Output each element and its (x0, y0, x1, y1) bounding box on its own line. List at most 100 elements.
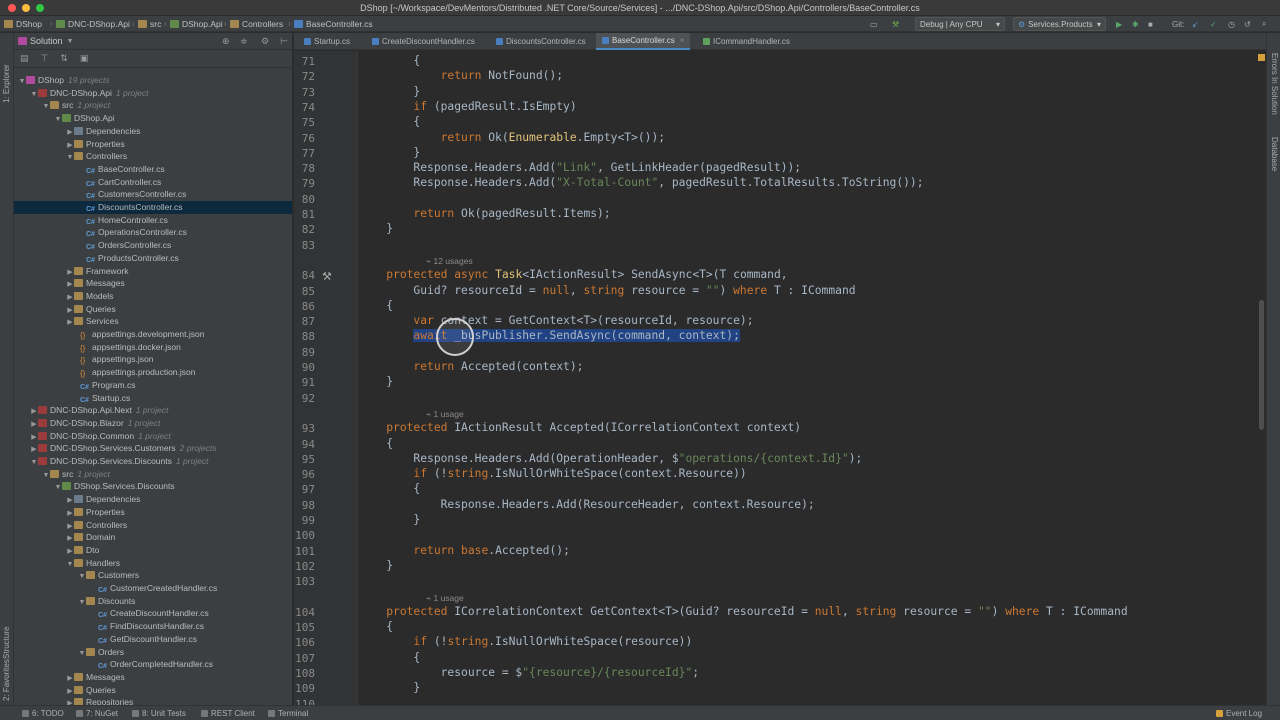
collapse-all-icon[interactable]: ≑ (240, 36, 248, 47)
favorites-tool-button[interactable]: 2: Favorites (2, 659, 11, 701)
run-configuration-dropdown[interactable]: ⚙ Services.Products ▾ (1013, 17, 1106, 31)
code-line[interactable]: if (!string.IsNullOrWhiteSpace(context.R… (359, 467, 746, 480)
tree-item[interactable]: ▼ src 1 project (14, 99, 292, 112)
editor-scrollbar-thumb[interactable] (1259, 300, 1264, 430)
tree-item[interactable]: ▶ Domain (14, 531, 292, 544)
code-line[interactable]: } (359, 559, 393, 572)
code-line[interactable]: } (359, 85, 420, 98)
editor-tab[interactable]: DiscountsController.cs (490, 33, 592, 50)
code-line[interactable]: resource = $"{resource}/{resourceId}"; (359, 666, 699, 679)
database-tool-button[interactable]: Database (1270, 137, 1279, 171)
code-line[interactable]: protected ICorrelationContext GetContext… (359, 605, 1127, 618)
code-line[interactable]: { (359, 115, 420, 128)
editor-tab[interactable]: CreateDiscountHandler.cs (366, 33, 481, 50)
usages-hint[interactable]: ⌁ 12 usages (426, 256, 473, 267)
breadcrumb-dshop-api[interactable]: DShop.Api (170, 18, 223, 30)
tree-item[interactable]: ▼ DNC-DShop.Api 1 project (14, 87, 292, 100)
hide-panel-icon[interactable]: ⊢ (280, 36, 288, 47)
git-update-icon[interactable]: ↙ (1192, 19, 1199, 29)
stop-icon[interactable]: ■ (1148, 19, 1153, 29)
tree-item[interactable]: ▼ Discounts (14, 595, 292, 608)
code-line[interactable]: Response.Headers.Add(OperationHeader, $"… (359, 452, 862, 465)
tree-item[interactable]: ▶ DNC-DShop.Services.Customers 2 projects (14, 442, 292, 455)
breadcrumb-controllers[interactable]: Controllers (230, 18, 283, 30)
code-line[interactable]: { (359, 620, 393, 633)
tree-item[interactable]: ▶ Services (14, 315, 292, 328)
tree-item[interactable]: {} appsettings.docker.json (14, 341, 292, 354)
tree-item[interactable]: ▶ Properties (14, 506, 292, 519)
code-line[interactable]: protected IActionResult Accepted(ICorrel… (359, 421, 801, 434)
tree-item[interactable]: ▼ DShop.Services.Discounts (14, 480, 292, 493)
terminal-tool-button[interactable]: Terminal (268, 709, 308, 718)
editor-tab[interactable]: ICommandHandler.cs (697, 33, 796, 50)
code-line[interactable]: } (359, 681, 420, 694)
tree-item[interactable]: {} appsettings.development.json (14, 328, 292, 341)
code-editor[interactable]: { return NotFound(); } if (pagedResult.I… (359, 51, 1255, 705)
locate-file-icon[interactable]: ⊕ (222, 36, 230, 47)
tree-item[interactable]: ▶ Dependencies (14, 493, 292, 506)
debug-icon[interactable]: ✱ (1132, 19, 1139, 29)
code-line[interactable]: Response.Headers.Add("X-Total-Count", pa… (359, 176, 923, 189)
code-line[interactable]: Response.Headers.Add("Link", GetLinkHead… (359, 161, 801, 174)
code-line[interactable]: } (359, 222, 393, 235)
preview-icon[interactable]: ▣ (80, 53, 89, 64)
todo-tool-button[interactable]: 6: TODO (22, 709, 64, 718)
gear-icon[interactable]: ⚙ (261, 36, 269, 47)
code-line[interactable]: { (359, 299, 393, 312)
layout-icon[interactable]: ▭ (870, 19, 878, 29)
code-line[interactable]: return NotFound(); (359, 69, 563, 82)
tree-item[interactable]: C# ProductsController.cs (14, 252, 292, 265)
tree-item[interactable]: ▶ DNC-DShop.Api.Next 1 project (14, 404, 292, 417)
tree-item[interactable]: C# OperationsController.cs (14, 226, 292, 239)
code-line[interactable]: if (pagedResult.IsEmpty) (359, 100, 576, 113)
code-line[interactable]: Response.Headers.Add(ResourceHeader, con… (359, 498, 815, 511)
chevron-down-icon[interactable]: ▼ (67, 38, 74, 45)
code-line[interactable]: { (359, 482, 420, 495)
tree-item[interactable]: ▼ DNC-DShop.Services.Discounts 1 project (14, 455, 292, 468)
tree-item[interactable]: ▶ Models (14, 290, 292, 303)
tree-item[interactable]: ▶ Dto (14, 544, 292, 557)
build-icon[interactable]: ⚒ (892, 19, 899, 29)
tree-item[interactable]: ▶ Queries (14, 684, 292, 697)
tree-item[interactable]: ▼ Orders (14, 646, 292, 659)
breadcrumb-file[interactable]: BaseController.cs (294, 18, 373, 30)
tree-item[interactable]: ▶ Messages (14, 277, 292, 290)
autoscroll-icon[interactable]: ⇅ (60, 53, 68, 64)
tree-item[interactable]: C# DiscountsController.cs (14, 201, 292, 214)
code-line[interactable]: protected async Task<IActionResult> Send… (359, 268, 787, 281)
show-all-files-icon[interactable]: ▤ (20, 53, 29, 64)
code-line[interactable]: { (359, 437, 393, 450)
chevron-right-icon[interactable]: ▶ (66, 698, 74, 705)
tree-item[interactable]: ▼ DShop.Api (14, 112, 292, 125)
code-line[interactable]: return Accepted(context); (359, 360, 583, 373)
code-line[interactable]: return Ok(Enumerable.Empty<T>()); (359, 131, 665, 144)
tree-item[interactable]: C# GetDiscountHandler.cs (14, 633, 292, 646)
code-line[interactable]: { (359, 54, 420, 67)
errors-in-solution-tool-button[interactable]: Errors In Solution (1270, 53, 1279, 115)
code-line[interactable]: return base.Accepted(); (359, 544, 569, 557)
tree-item[interactable]: C# CustomersController.cs (14, 188, 292, 201)
usages-hint[interactable]: ⌁ 1 usage (426, 593, 464, 604)
explorer-title[interactable]: Solution (30, 36, 63, 46)
tree-item[interactable]: ▶ Framework (14, 265, 292, 278)
code-line[interactable]: } (359, 146, 420, 159)
tree-item[interactable]: ▶ DNC-DShop.Blazor 1 project (14, 417, 292, 430)
tree-item[interactable]: ▶ Messages (14, 671, 292, 684)
tree-item[interactable]: C# Startup.cs (14, 392, 292, 405)
tree-item[interactable]: ▶ DNC-DShop.Common 1 project (14, 430, 292, 443)
tree-item[interactable]: ▼ Customers (14, 569, 292, 582)
code-line[interactable]: } (359, 375, 393, 388)
filter-icon[interactable]: ⊤ (41, 53, 49, 64)
tree-item[interactable]: C# CartController.cs (14, 176, 292, 189)
breadcrumb-src[interactable]: src (138, 18, 161, 30)
breadcrumb-project[interactable]: DNC-DShop.Api (56, 18, 130, 30)
tree-item[interactable]: C# CustomerCreatedHandler.cs (14, 582, 292, 595)
editor-tab[interactable]: Startup.cs (298, 33, 356, 50)
code-line[interactable]: var context = GetContext<T>(resourceId, … (359, 314, 753, 327)
git-commit-icon[interactable]: ✓ (1210, 19, 1217, 29)
event-log-button[interactable]: Event Log (1216, 709, 1262, 718)
tree-item[interactable]: ▼ src 1 project (14, 468, 292, 481)
nuget-tool-button[interactable]: 7: NuGet (76, 709, 118, 718)
search-everywhere-icon[interactable]: ⌕ (1262, 19, 1266, 29)
tree-item[interactable]: ▼ Handlers (14, 557, 292, 570)
